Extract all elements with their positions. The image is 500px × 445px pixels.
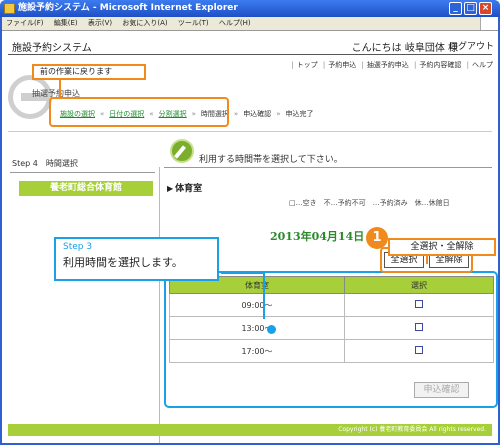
nav-lottery[interactable]: 抽選予約申込	[364, 61, 412, 69]
instruction-text: 利用する時間帯を選択して下さい。	[199, 155, 343, 165]
select-toggle-callout: 全選択・全解除	[388, 238, 496, 256]
breadcrumb-highlight	[49, 97, 229, 127]
breadcrumb-confirm: 申込確認	[243, 110, 272, 118]
step3-pointer-line-vertical	[263, 272, 265, 319]
menu-bar: ファイル(F) 編集(E) 表示(V) お気に入り(A) ツール(T) ヘルプ(…	[2, 17, 498, 30]
facility-button[interactable]: 養老町総合体育館	[19, 181, 153, 196]
breadcrumb-complete: 申込完了	[285, 110, 314, 118]
step3-title: Step 3	[63, 242, 93, 252]
step3-callout: Step 3 利用時間を選択します。	[54, 237, 219, 281]
nav-confirm[interactable]: 予約内容確認	[416, 61, 464, 69]
window-title: 施設予約システム - Microsoft Internet Explorer	[18, 3, 238, 13]
menu-edit[interactable]: 編集(E)	[50, 17, 82, 30]
instruction-divider	[164, 167, 492, 168]
nav-top[interactable]: トップ	[294, 61, 321, 69]
windows-logo-icon	[480, 17, 498, 30]
table-highlight	[164, 271, 498, 408]
maximize-icon[interactable]: □	[464, 2, 477, 15]
column-divider	[159, 167, 160, 443]
room-title: 体育室	[167, 181, 202, 194]
menu-tools[interactable]: ツール(T)	[174, 17, 213, 30]
menu-help[interactable]: ヘルプ(H)	[215, 17, 255, 30]
nav-help[interactable]: ヘルプ	[469, 61, 496, 69]
top-navigation: | トップ | 予約申込 | 抽選予約申込 | 予約内容確認 | ヘルプ	[291, 60, 496, 70]
header-divider	[8, 54, 492, 55]
minimize-icon[interactable]: _	[449, 2, 462, 15]
back-callout: 前の作業に戻ります	[32, 64, 146, 80]
breadcrumb-divider	[8, 131, 492, 132]
menu-file[interactable]: ファイル(F)	[2, 17, 48, 30]
selected-date: 2013年04月14日	[270, 230, 365, 243]
footer-copyright: Copyright (c) 養老町教育委員会 All rights reserv…	[8, 424, 492, 436]
sidebar-divider	[10, 172, 155, 173]
nav-reserve[interactable]: 予約申込	[325, 61, 359, 69]
page-content: 施設予約システム こんにちは 岐阜団体 様 ログアウト | トップ | 予約申込 |…	[2, 30, 498, 443]
user-greeting: こんにちは 岐阜団体 様	[351, 43, 458, 54]
logout-link[interactable]: ログアウト	[449, 39, 494, 52]
select-callout-pointer	[426, 256, 428, 264]
step3-pointer-dot	[267, 325, 276, 334]
browser-window: 施設予約システム - Microsoft Internet Explorer _…	[0, 0, 500, 445]
number-badge: 1	[366, 227, 388, 249]
menu-favorites[interactable]: お気に入り(A)	[118, 17, 171, 30]
pencil-icon	[170, 139, 194, 163]
status-legend: □…空き 不…予約不可 …予約済み 休…休館日	[289, 199, 450, 207]
title-bar: 施設予約システム - Microsoft Internet Explorer _…	[0, 0, 500, 17]
step3-pointer-line	[221, 272, 263, 274]
step3-text: 利用時間を選択します。	[63, 256, 183, 269]
menu-view[interactable]: 表示(V)	[84, 17, 116, 30]
close-icon[interactable]: ×	[479, 2, 492, 15]
page-title: 施設予約システム	[12, 43, 92, 54]
ie-icon	[4, 3, 15, 14]
step-label: Step 4 時間選択	[12, 159, 78, 168]
back-callout-pointer	[59, 80, 61, 97]
